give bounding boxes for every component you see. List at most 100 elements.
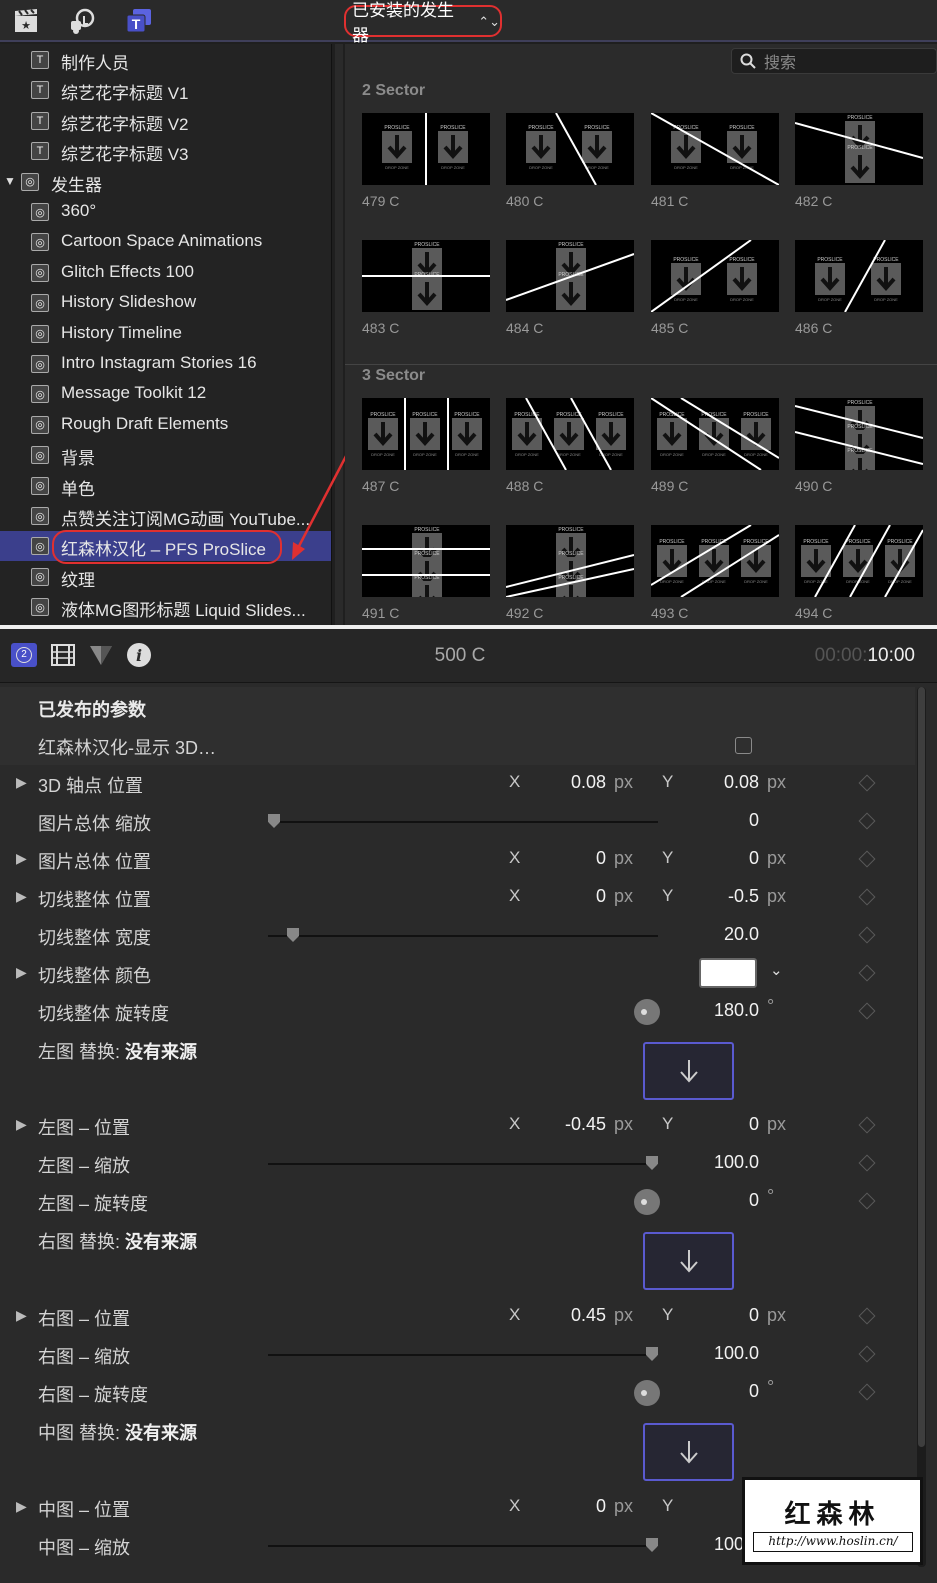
thumbnail-preview: PROSLICEDROP ZONEPROSLICEDROP ZONE [506,242,634,310]
param-row-right-scale: 右图 – 缩放 100.0 [0,1336,915,1374]
x-value[interactable]: 0 [516,886,606,907]
drop-zone-icon: PROSLICEDROP ZONE [410,412,440,457]
y-value[interactable]: 0 [669,848,759,869]
generator-thumbnail[interactable]: PROSLICEDROP ZONEPROSLICEDROP ZONE [651,240,779,312]
generator-thumbnail[interactable]: PROSLICEDROP ZONEPROSLICEDROP ZONEPROSLI… [362,525,490,597]
generator-thumbnail[interactable]: PROSLICEDROP ZONEPROSLICEDROP ZONE [795,113,923,185]
slider-knob[interactable] [646,1538,658,1552]
chevron-down-icon[interactable]: ⌄ [770,961,783,979]
watermark-url: http://www.hoslin.cn/ [753,1532,913,1552]
disclosure-triangle-icon[interactable]: ▶ [16,964,27,981]
param-name-text: 中图 – 缩放 [38,1538,131,1558]
generator-thumbnail[interactable]: PROSLICEDROP ZONEPROSLICEDROP ZONEPROSLI… [362,398,490,470]
svg-text:PROSLICE: PROSLICE [887,539,913,545]
generator-thumbnail[interactable]: PROSLICEDROP ZONEPROSLICEDROP ZONEPROSLI… [795,525,923,597]
inspector-scrollbar[interactable] [917,687,926,1567]
thumbnail-preview: PROSLICEDROP ZONEPROSLICEDROP ZONE [362,242,490,310]
slider-value[interactable]: 100.0 [669,1152,759,1173]
keyframe-diamond-icon[interactable] [858,888,876,906]
generator-thumbnail[interactable]: PROSLICEDROP ZONEPROSLICEDROP ZONE [651,113,779,185]
keyframe-diamond-icon[interactable] [858,1192,876,1210]
keyframe-diamond-icon[interactable] [858,1154,876,1172]
disclosure-triangle-icon[interactable]: ▶ [16,1116,27,1133]
x-value[interactable]: 0.08 [516,772,606,793]
y-value[interactable]: -0.5 [669,886,759,907]
generator-thumbnail[interactable]: PROSLICEDROP ZONEPROSLICEDROP ZONE [506,240,634,312]
thumbnail-label: 493 C [651,605,689,621]
keyframe-diamond-icon[interactable] [858,1002,876,1020]
generator-thumbnail[interactable]: PROSLICEDROP ZONEPROSLICEDROP ZONEPROSLI… [651,525,779,597]
keyframe-diamond-icon[interactable] [858,1383,876,1401]
drop-zone-icon: PROSLICEDROP ZONE [885,539,915,584]
generator-thumbnail[interactable]: PROSLICEDROP ZONEPROSLICEDROP ZONEPROSLI… [651,398,779,470]
x-value[interactable]: 0 [516,848,606,869]
param-name: 3D 轴点 位置 [38,772,143,798]
keyframe-diamond-icon[interactable] [858,850,876,868]
generator-thumbnail[interactable]: PROSLICEDROP ZONEPROSLICEDROP ZONE [506,113,634,185]
slider-track[interactable] [268,935,658,937]
param-row-right-src: 右图 替换: 没有来源 [0,1221,915,1259]
svg-text:DROP ZONE: DROP ZONE [674,165,698,170]
x-value[interactable]: 0.45 [516,1305,606,1326]
disclosure-triangle-icon[interactable]: ▶ [16,888,27,905]
search-input[interactable]: 搜索 [731,48,937,74]
svg-text:DROP ZONE: DROP ZONE [660,579,684,584]
color-swatch[interactable] [699,958,757,988]
disclosure-triangle-icon[interactable]: ▶ [16,850,27,867]
x-value[interactable]: -0.45 [516,1114,606,1135]
slider-knob[interactable] [646,1347,658,1361]
slider-value[interactable]: 20.0 [669,924,759,945]
y-value[interactable]: 0.08 [669,772,759,793]
param-name: 右图 – 位置 [38,1305,130,1331]
disclosure-triangle-icon[interactable]: ▶ [16,1307,27,1324]
drop-zone-icon: PROSLICEDROP ZONE [843,539,873,584]
param-name-text: 左图 – 缩放 [38,1156,131,1176]
generator-thumbnail[interactable]: PROSLICEDROP ZONEPROSLICEDROP ZONE [362,240,490,312]
y-value[interactable]: 0 [669,1305,759,1326]
param-name-text: 红森林汉化-显示 3D… [38,738,217,758]
section-title-2-sector: 2 Sector [362,82,426,99]
generator-thumbnail[interactable]: PROSLICEDROP ZONEPROSLICEDROP ZONE [362,113,490,185]
image-drop-well[interactable] [643,1042,734,1100]
disclosure-triangle-icon[interactable]: ▶ [16,774,27,791]
image-drop-well[interactable] [643,1423,734,1481]
slider-track[interactable] [268,1354,658,1356]
rotation-dial-icon[interactable] [634,1380,660,1406]
slider-track[interactable] [268,821,658,823]
slider-value[interactable]: 100.0 [669,1343,759,1364]
keyframe-diamond-icon[interactable] [858,1307,876,1325]
show-3d-checkbox[interactable] [735,737,752,754]
slider-track[interactable] [268,1163,658,1165]
keyframe-diamond-icon[interactable] [858,774,876,792]
disclosure-triangle-icon[interactable]: ▶ [16,1498,27,1515]
thumbnail-label: 484 C [506,320,544,336]
generator-thumbnail[interactable]: PROSLICEDROP ZONEPROSLICEDROP ZONE [795,240,923,312]
generator-thumbnail[interactable]: PROSLICEDROP ZONEPROSLICEDROP ZONEPROSLI… [506,525,634,597]
keyframe-diamond-icon[interactable] [858,926,876,944]
rotation-dial-icon[interactable] [634,1189,660,1215]
slider-value[interactable]: 0 [669,810,759,831]
drop-zone-icon: PROSLICEDROP ZONE [438,125,468,170]
keyframe-diamond-icon[interactable] [858,964,876,982]
slider-track[interactable] [268,1545,658,1547]
x-value[interactable]: 0 [516,1496,606,1517]
svg-text:PROSLICE: PROSLICE [384,125,410,131]
generator-thumbnail[interactable]: PROSLICEDROP ZONEPROSLICEDROP ZONEPROSLI… [795,398,923,470]
keyframe-diamond-icon[interactable] [858,1345,876,1363]
slider-knob[interactable] [268,814,280,828]
y-value[interactable]: 0 [669,1114,759,1135]
scrollbar-thumb[interactable] [918,687,925,1447]
rotation-value[interactable]: 180.0 [669,1000,759,1021]
rotation-value[interactable]: 0 [669,1381,759,1402]
thumbnail-label: 489 C [651,478,689,494]
rotation-value[interactable]: 0 [669,1190,759,1211]
param-row-left-rot: 左图 – 旋转度 0 ° [0,1183,915,1221]
keyframe-diamond-icon[interactable] [858,812,876,830]
image-drop-well[interactable] [643,1232,734,1290]
keyframe-diamond-icon[interactable] [858,1116,876,1134]
thumbnail-preview: PROSLICEDROP ZONEPROSLICEDROP ZONEPROSLI… [801,525,923,597]
generator-thumbnail[interactable]: PROSLICEDROP ZONEPROSLICEDROP ZONEPROSLI… [506,398,634,470]
slider-knob[interactable] [646,1156,658,1170]
rotation-dial-icon[interactable] [634,999,660,1025]
slider-knob[interactable] [286,928,299,942]
